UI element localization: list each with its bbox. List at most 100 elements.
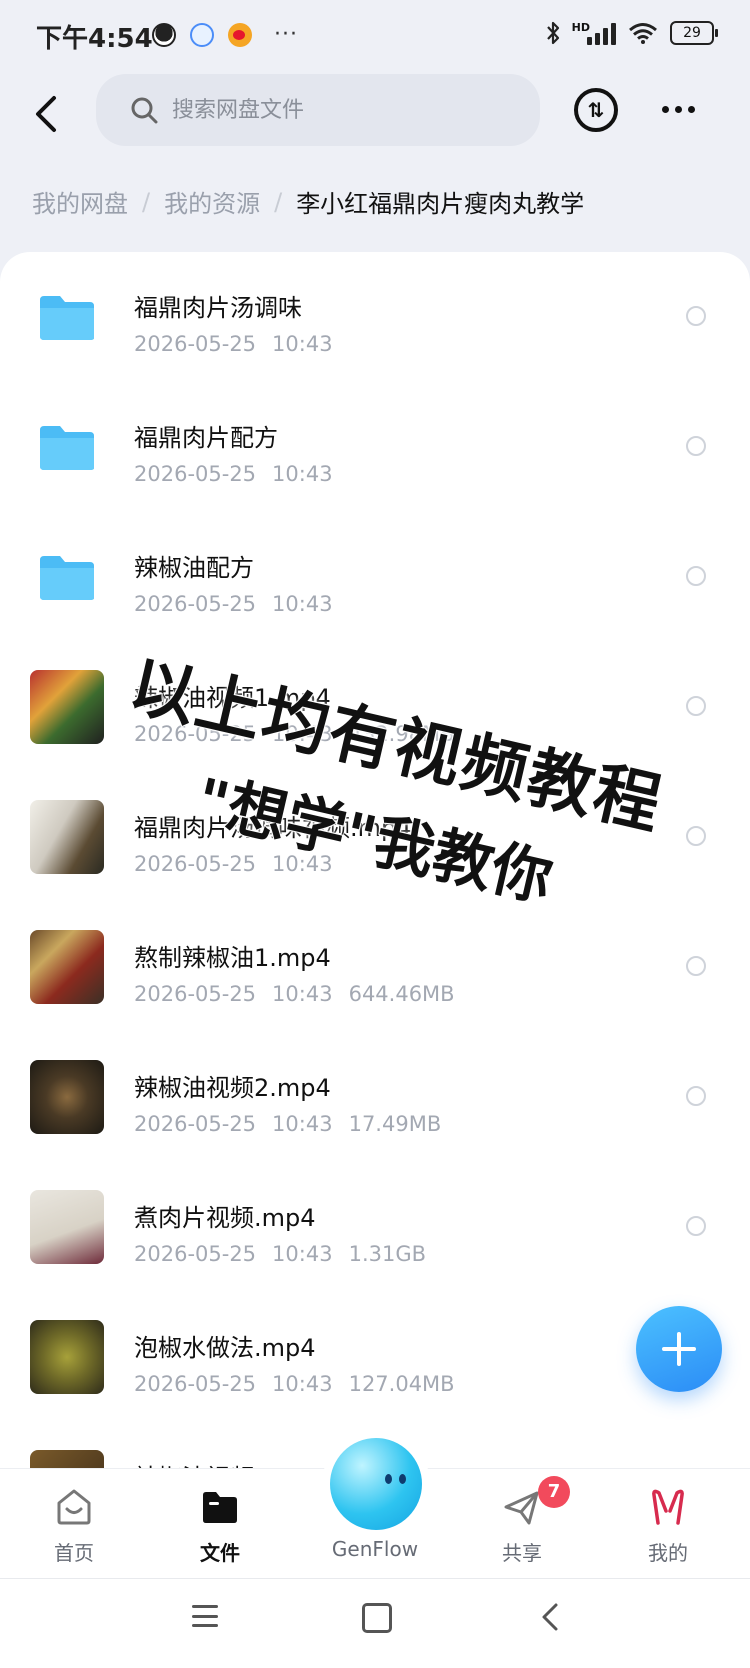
- file-date: 2026-05-25: [134, 1372, 257, 1396]
- select-checkbox[interactable]: [686, 826, 706, 846]
- file-meta: 2026-05-25 10:43 17.49MB: [134, 1112, 457, 1136]
- breadcrumb-separator: /: [142, 187, 151, 216]
- bluetooth-icon: [546, 21, 559, 45]
- folder-icon: [40, 556, 94, 600]
- list-item[interactable]: 辣椒油视频1.mp4 2026-05-25 10:43 432.98MB: [0, 642, 750, 772]
- video-thumbnail: [30, 1190, 104, 1264]
- file-meta: 2026-05-25 10:43: [134, 592, 349, 616]
- breadcrumb-separator: /: [274, 187, 283, 216]
- search-bar[interactable]: [96, 74, 540, 146]
- file-list: 福鼎肉片汤调味 2026-05-25 10:43 福鼎肉片配方 2026-05-2…: [0, 252, 750, 1468]
- file-date: 2026-05-25: [134, 1112, 257, 1136]
- top-header: ⇅: [0, 72, 750, 182]
- video-thumbnail: [30, 1450, 104, 1468]
- file-time: 10:43: [272, 332, 333, 356]
- folder-icon: [40, 426, 94, 470]
- more-dot: [687, 105, 695, 113]
- breadcrumb: 我的网盘 / 我的资源 / 李小红福鼎肉片瘦肉丸教学: [32, 184, 584, 219]
- file-name: 福鼎肉片配方: [134, 424, 278, 452]
- video-thumbnail: [30, 1320, 104, 1394]
- list-item[interactable]: 辣椒油视频2.mp4 2026-05-25 10:43 17.49MB: [0, 1032, 750, 1162]
- file-date: 2026-05-25: [134, 592, 257, 616]
- file-name: 辣椒油视频3: [134, 1458, 269, 1468]
- list-item[interactable]: 煮肉片视频.mp4 2026-05-25 10:43 1.31GB: [0, 1162, 750, 1292]
- chevron-left-icon: [36, 96, 56, 132]
- transfer-icon: ⇅: [587, 98, 605, 122]
- breadcrumb-current-folder: 李小红福鼎肉片瘦肉丸教学: [296, 190, 585, 218]
- file-time: 10:43: [272, 592, 333, 616]
- select-checkbox[interactable]: [686, 436, 706, 456]
- menu-icon[interactable]: [192, 1605, 218, 1627]
- file-size: 432.98MB: [348, 722, 455, 746]
- file-meta: 2026-05-25 10:43 644.46MB: [134, 982, 471, 1006]
- file-date: 2026-05-25: [134, 1242, 257, 1266]
- file-name: 辣椒油配方: [134, 554, 254, 582]
- genflow-orb-icon[interactable]: [330, 1438, 422, 1530]
- list-item[interactable]: 辣椒油配方 2026-05-25 10:43: [0, 512, 750, 642]
- file-size: 17.49MB: [348, 1112, 442, 1136]
- file-meta: 2026-05-25 10:43: [134, 852, 349, 876]
- home-square-icon[interactable]: [362, 1603, 392, 1633]
- select-checkbox[interactable]: [686, 306, 706, 326]
- list-item[interactable]: 熬制辣椒油1.mp4 2026-05-25 10:43 644.46MB: [0, 902, 750, 1032]
- video-thumbnail: [30, 670, 104, 744]
- signal-icon: HD: [572, 21, 616, 45]
- nav-item-files[interactable]: 文件: [160, 1469, 280, 1579]
- file-name: 熬制辣椒油1.mp4: [134, 944, 331, 972]
- file-name: 泡椒水做法.mp4: [134, 1334, 316, 1362]
- plus-icon: [662, 1332, 696, 1366]
- list-item[interactable]: 福鼎肉片配方 2026-05-25 10:43: [0, 382, 750, 512]
- breadcrumb-item-my-resources[interactable]: 我的资源: [164, 184, 260, 219]
- file-meta: 2026-05-25 10:43 127.04MB: [134, 1372, 471, 1396]
- nav-label: 共享: [502, 1541, 542, 1565]
- status-notification-icons: ···: [152, 22, 298, 47]
- file-date: 2026-05-25: [134, 332, 257, 356]
- file-size: 1.31GB: [348, 1242, 427, 1266]
- file-meta: 2026-05-25 10:43: [134, 332, 349, 356]
- file-time: 10:43: [272, 852, 333, 876]
- file-time: 10:43: [272, 1112, 333, 1136]
- add-button[interactable]: [636, 1306, 722, 1392]
- more-dot: [661, 105, 669, 113]
- status-time: 下午4:54: [36, 24, 153, 54]
- status-bar: 下午4:54 ··· HD 29: [0, 0, 750, 72]
- select-checkbox[interactable]: [686, 1216, 706, 1236]
- transfer-list-button[interactable]: ⇅: [574, 88, 618, 132]
- qq-icon: [152, 22, 176, 47]
- file-name: 辣椒油视频1.mp4: [134, 684, 331, 712]
- list-item[interactable]: 福鼎肉片汤调味 2026-05-25 10:43: [0, 252, 750, 382]
- select-checkbox[interactable]: [686, 566, 706, 586]
- select-checkbox[interactable]: [686, 696, 706, 716]
- search-icon: [131, 97, 158, 124]
- file-name: 煮肉片视频.mp4: [134, 1204, 316, 1232]
- file-time: 10:43: [272, 722, 333, 746]
- weibo-icon: [228, 22, 252, 47]
- search-input[interactable]: [170, 96, 494, 124]
- list-item[interactable]: 福鼎肉片汤调味视频.mp4 2026-05-25 10:43: [0, 772, 750, 902]
- system-navigation-bar: [0, 1578, 750, 1668]
- file-meta: 2026-05-25 10:43 432.98MB: [134, 722, 471, 746]
- status-system-icons: HD 29: [546, 20, 718, 46]
- file-time: 10:43: [272, 1372, 333, 1396]
- nav-label: 文件: [200, 1541, 240, 1565]
- nav-label: 首页: [54, 1541, 94, 1565]
- breadcrumb-item-my-disk[interactable]: 我的网盘: [32, 184, 128, 219]
- battery-indicator: 29: [670, 21, 718, 45]
- file-time: 10:43: [272, 1242, 333, 1266]
- file-name: 辣椒油视频2.mp4: [134, 1074, 331, 1102]
- nav-item-mine[interactable]: 我的: [608, 1469, 728, 1579]
- select-checkbox[interactable]: [686, 956, 706, 976]
- file-date: 2026-05-25: [134, 462, 257, 486]
- back-triangle-icon[interactable]: [536, 1601, 564, 1633]
- notification-badge: 7: [538, 1476, 570, 1508]
- file-name: 福鼎肉片汤调味: [134, 294, 302, 322]
- file-date: 2026-05-25: [134, 852, 257, 876]
- video-thumbnail: [30, 930, 104, 1004]
- back-button[interactable]: [26, 86, 66, 142]
- video-thumbnail: [30, 1060, 104, 1134]
- home-icon: [57, 1489, 91, 1525]
- nav-item-home[interactable]: 首页: [14, 1469, 134, 1579]
- folder-icon: [203, 1492, 237, 1523]
- select-checkbox[interactable]: [686, 1086, 706, 1106]
- more-options-button[interactable]: [656, 94, 700, 124]
